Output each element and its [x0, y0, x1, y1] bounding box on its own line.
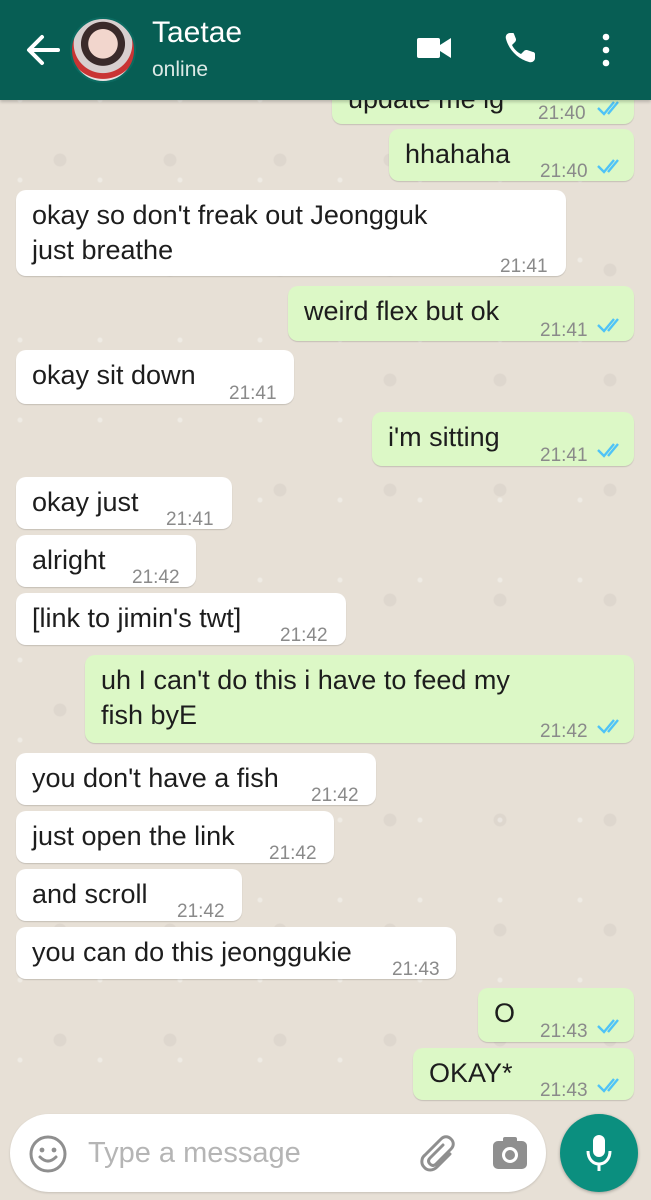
message-time: 21:41: [540, 320, 588, 341]
message-outgoing[interactable]: uh I can't do this i have to feed my fis…: [85, 655, 634, 743]
paperclip-icon[interactable]: [420, 1134, 458, 1174]
message-text: O: [494, 998, 516, 1028]
chat-header: Taetae online: [0, 0, 651, 100]
message-text: just open the link: [32, 821, 235, 851]
more-options-icon[interactable]: [596, 30, 616, 70]
mic-icon: [586, 1135, 612, 1171]
double-check-icon: [597, 1019, 619, 1034]
double-check-icon: [597, 719, 619, 734]
message-incoming[interactable]: okay just 21:41: [16, 477, 232, 530]
message-text-line2: just breathe: [32, 235, 174, 265]
message-time: 21:40: [540, 161, 588, 182]
camera-icon[interactable]: [492, 1136, 528, 1170]
message-incoming[interactable]: okay sit down 21:41: [16, 350, 294, 404]
emoji-icon[interactable]: [28, 1134, 68, 1174]
phone-icon[interactable]: [502, 30, 538, 66]
message-text: weird flex but ok: [304, 296, 500, 326]
message-time: 21:43: [540, 1080, 588, 1101]
message-incoming[interactable]: okay so don't freak out Jeongguk just br…: [16, 190, 566, 277]
message-outgoing[interactable]: i'm sitting 21:41: [372, 412, 634, 466]
message-time: 21:42: [269, 843, 317, 864]
message-outgoing[interactable]: O 21:43: [478, 988, 634, 1042]
message-time: 21:42: [280, 625, 328, 646]
message-time: 21:43: [540, 1021, 588, 1042]
message-text-line2: fish byE: [101, 700, 198, 730]
message-time: 21:42: [311, 785, 359, 806]
message-time: 21:41: [166, 509, 214, 530]
message-incoming[interactable]: and scroll 21:42: [16, 869, 242, 922]
message-outgoing[interactable]: hhahaha 21:40: [389, 129, 634, 182]
message-text: okay so don't freak out Jeongguk: [32, 200, 428, 230]
message-text: hhahaha: [405, 139, 511, 169]
back-arrow-icon[interactable]: [22, 28, 62, 72]
message-text: you can do this jeonggukie: [32, 937, 352, 967]
double-check-icon: [597, 101, 619, 116]
double-check-icon: [597, 159, 619, 174]
double-check-icon: [597, 318, 619, 333]
message-text: [link to jimin's twt]: [32, 603, 242, 633]
message-time: 21:43: [392, 959, 440, 980]
message-time: 21:42: [540, 721, 588, 742]
message-incoming[interactable]: just open the link 21:42: [16, 811, 334, 864]
message-composer[interactable]: Type a message: [10, 1114, 546, 1192]
message-time: 21:42: [177, 901, 225, 922]
message-text: okay sit down: [32, 360, 196, 390]
message-input[interactable]: Type a message: [88, 1137, 301, 1170]
message-text: you don't have a fish: [32, 763, 279, 793]
message-text: alright: [32, 545, 106, 575]
message-incoming[interactable]: [link to jimin's twt] 21:42: [16, 593, 346, 646]
message-incoming[interactable]: you don't have a fish 21:42: [16, 753, 376, 806]
message-time: 21:41: [540, 445, 588, 466]
message-incoming[interactable]: you can do this jeonggukie 21:43: [16, 927, 456, 980]
message-time: 21:40: [538, 103, 586, 124]
message-text: okay just: [32, 487, 139, 517]
message-outgoing[interactable]: OKAY* 21:43: [413, 1048, 634, 1101]
mic-button[interactable]: [560, 1114, 638, 1192]
message-time: 21:42: [132, 567, 180, 588]
double-check-icon: [597, 1078, 619, 1093]
video-call-icon[interactable]: [416, 30, 452, 66]
message-text: uh I can't do this i have to feed my: [101, 665, 510, 695]
message-outgoing[interactable]: weird flex but ok 21:41: [288, 286, 634, 341]
message-time: 21:41: [500, 256, 548, 277]
message-text: and scroll: [32, 879, 148, 909]
message-incoming[interactable]: alright 21:42: [16, 535, 196, 588]
contact-status: online: [152, 58, 209, 81]
message-text: OKAY*: [429, 1058, 513, 1088]
avatar[interactable]: [70, 17, 136, 83]
message-time: 21:41: [229, 383, 277, 404]
contact-name[interactable]: Taetae: [152, 16, 242, 50]
double-check-icon: [597, 443, 619, 458]
message-text: i'm sitting: [388, 422, 500, 452]
